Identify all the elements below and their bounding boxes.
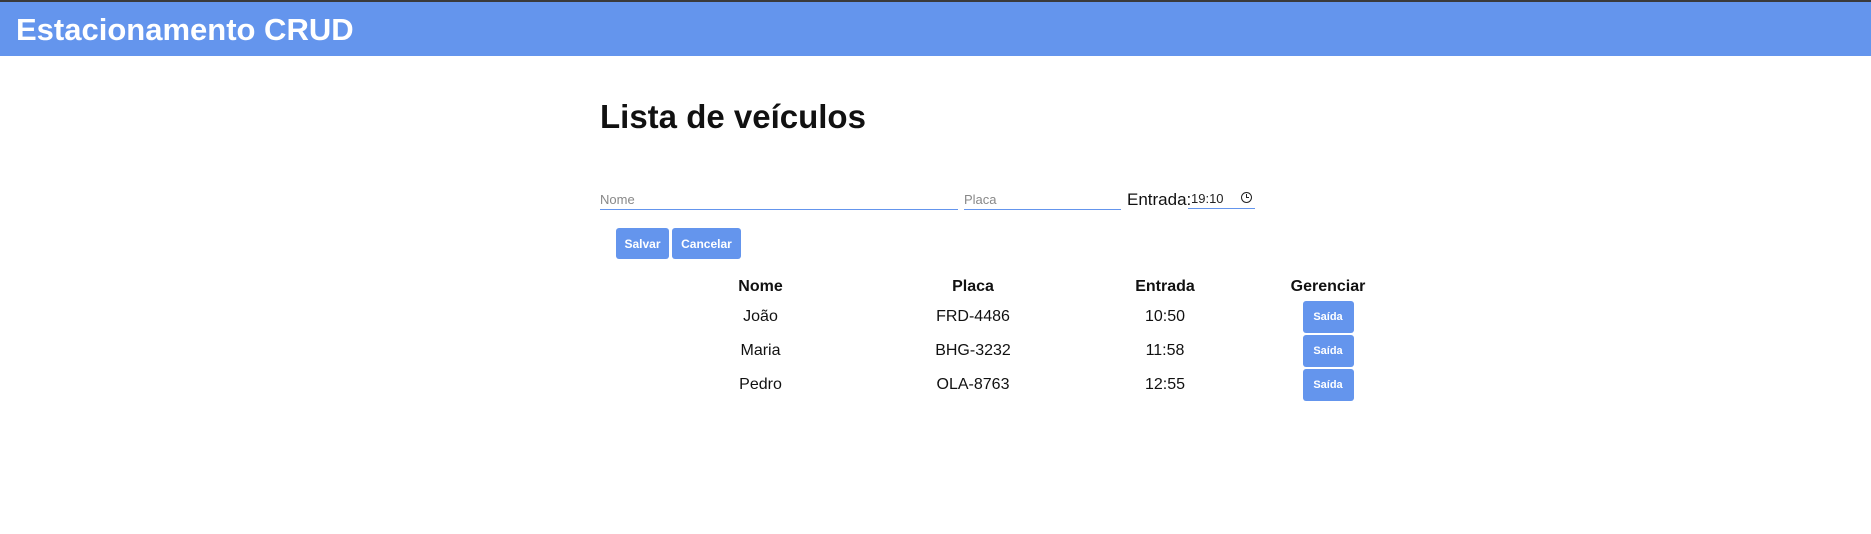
exit-button[interactable]: Saída bbox=[1302, 335, 1354, 367]
app-header: Estacionamento CRUD bbox=[0, 0, 1871, 56]
page-title: Lista de veículos bbox=[600, 98, 866, 135]
cell-gerenciar: Saída bbox=[1215, 300, 1441, 334]
exit-button[interactable]: Saída bbox=[1302, 301, 1354, 333]
entry-label: Entrada: bbox=[1127, 190, 1192, 209]
cell-placa: OLA-8763 bbox=[936, 376, 1010, 393]
column-header-placa: Placa bbox=[952, 278, 994, 295]
table-row: Maria BHG-3232 11:58 Saída bbox=[690, 334, 1441, 368]
table-row: João FRD-4486 10:50 Saída bbox=[690, 300, 1441, 334]
column-header-gerenciar: Gerenciar bbox=[1290, 278, 1366, 295]
table-header: Nome Placa Entrada Gerenciar bbox=[690, 274, 1441, 300]
cell-gerenciar: Saída bbox=[1215, 334, 1441, 368]
cell-entrada: 12:55 bbox=[1144, 376, 1186, 393]
vehicles-table: Nome Placa Entrada Gerenciar João FRD-44… bbox=[690, 274, 1441, 402]
column-header-nome: Nome bbox=[738, 278, 783, 295]
entry-time-value: 19:10 bbox=[1191, 191, 1224, 206]
cell-nome: Maria bbox=[740, 342, 781, 359]
cell-nome: João bbox=[743, 308, 778, 325]
table-header-row: Nome Placa Entrada Gerenciar bbox=[690, 274, 1441, 300]
table-row: Pedro OLA-8763 12:55 Saída bbox=[690, 368, 1441, 402]
cell-placa: FRD-4486 bbox=[936, 308, 1010, 325]
entry-time-input[interactable]: 19:10 bbox=[1188, 189, 1255, 209]
column-header-entrada: Entrada bbox=[1135, 278, 1195, 295]
cell-placa: BHG-3232 bbox=[935, 342, 1011, 359]
cell-entrada: 11:58 bbox=[1145, 342, 1185, 359]
cell-gerenciar: Saída bbox=[1215, 368, 1441, 402]
cell-entrada: 10:50 bbox=[1144, 308, 1186, 325]
exit-button[interactable]: Saída bbox=[1302, 369, 1354, 401]
cell-nome: Pedro bbox=[739, 376, 782, 393]
table-body: João FRD-4486 10:50 Saída Maria BHG-3232… bbox=[690, 300, 1441, 402]
name-input[interactable] bbox=[600, 189, 958, 210]
cancel-button[interactable]: Cancelar bbox=[672, 228, 741, 259]
app-title: Estacionamento CRUD bbox=[16, 12, 354, 47]
plate-input[interactable] bbox=[964, 189, 1121, 210]
clock-icon[interactable] bbox=[1241, 192, 1252, 203]
save-button[interactable]: Salvar bbox=[616, 228, 669, 259]
